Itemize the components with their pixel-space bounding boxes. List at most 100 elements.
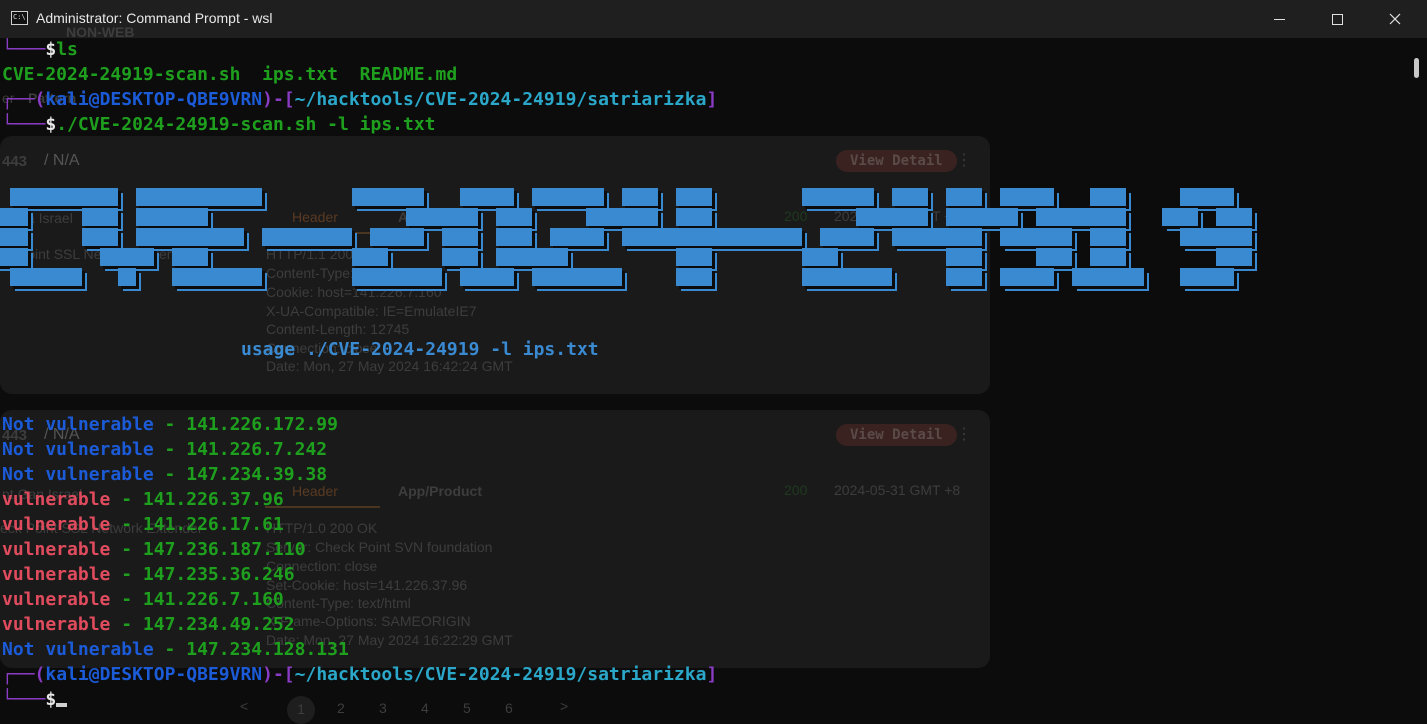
result-separator: - (153, 639, 187, 660)
banner-block (1000, 188, 1018, 206)
usage-text: usage ./CVE-2024-24919 -l ips.txt (241, 339, 599, 360)
prompt-path: ~/hacktools/CVE-2024-24919/satriarizka (294, 89, 707, 110)
banner-block (460, 188, 478, 206)
banner-block (28, 188, 46, 206)
banner-block (676, 208, 694, 226)
result-separator: - (110, 539, 143, 560)
banner-block (550, 228, 568, 246)
banner-block (694, 208, 712, 226)
banner-block (478, 188, 496, 206)
prompt-dollar: $ (45, 39, 57, 60)
banner-block (604, 208, 622, 226)
banner-block (1000, 228, 1018, 246)
minimize-button[interactable] (1250, 0, 1308, 38)
banner-block (640, 228, 658, 246)
close-button[interactable] (1366, 0, 1424, 38)
result-separator: - (153, 464, 187, 485)
banner-block (172, 188, 190, 206)
prompt-path: ~/hacktools/CVE-2024-24919/satriarizka (294, 664, 707, 685)
banner-block (442, 208, 460, 226)
banner-block (208, 188, 226, 206)
banner-block (0, 248, 10, 266)
banner-block (766, 228, 784, 246)
banner-block (1216, 248, 1234, 266)
banner-block (82, 228, 100, 246)
banner-block (946, 208, 964, 226)
banner-block (352, 268, 370, 286)
maximize-button[interactable] (1308, 0, 1366, 38)
banner-block (1216, 188, 1234, 206)
scrollbar-thumb[interactable] (1414, 58, 1419, 78)
banner-block (532, 268, 550, 286)
banner-block (10, 248, 28, 266)
prompt-corner: └─ (2, 114, 24, 135)
banner-block (154, 188, 172, 206)
banner-block (622, 188, 640, 206)
banner-block (1234, 208, 1252, 226)
prompt-corner: └─ (2, 689, 24, 710)
prompt-corner: ┌── (2, 89, 35, 110)
banner-block (910, 228, 928, 246)
banner-block (622, 228, 640, 246)
result-line: vulnerable - 147.234.49.252 (2, 614, 295, 635)
ghost-status-2: 200 (784, 482, 808, 498)
banner-block (1036, 248, 1054, 266)
result-ip: 147.235.36.246 (142, 564, 295, 585)
ghost-card2-h5: Content-Type: text/html (266, 595, 411, 611)
ls-output: CVE-2024-24919-scan.sh ips.txt README.md (2, 64, 458, 85)
banner-block (802, 248, 820, 266)
banner-block (568, 228, 586, 246)
banner-block (262, 228, 280, 246)
banner-block (190, 188, 208, 206)
result-separator: - (153, 439, 187, 460)
banner-block (190, 248, 208, 266)
banner-block (100, 188, 118, 206)
banner-block (586, 188, 604, 206)
banner-block (874, 208, 892, 226)
banner-block (1180, 268, 1198, 286)
banner-block (892, 228, 910, 246)
banner-block (622, 208, 640, 226)
banner-block (460, 248, 478, 266)
banner-block (532, 188, 550, 206)
banner-block (946, 248, 964, 266)
banner-block (784, 228, 802, 246)
banner-block (406, 268, 424, 286)
banner-block (154, 208, 172, 226)
result-ip: 141.226.7.242 (186, 439, 328, 460)
banner-block (946, 268, 964, 286)
banner-block (676, 228, 694, 246)
minimize-icon (1273, 18, 1285, 20)
banner-block (964, 228, 982, 246)
banner-block (10, 268, 28, 286)
banner-block (964, 188, 982, 206)
ghost-card1-h5: Content-Length: 12745 (266, 321, 410, 337)
banner-block (1018, 188, 1036, 206)
banner-block (802, 268, 820, 286)
result-line: vulnerable - 141.226.17.61 (2, 514, 284, 535)
banner-block (1036, 268, 1054, 286)
prompt-line-ls: └───$ls (2, 39, 78, 60)
result-status: vulnerable (2, 489, 111, 510)
vertical-scrollbar[interactable] (1412, 38, 1427, 714)
ghost-card1-h7: Date: Mon, 27 May 2024 16:42:24 GMT (266, 358, 513, 374)
banner-block (496, 208, 514, 226)
ghost-more-icon-2: ⋮ (956, 426, 972, 443)
banner-block (676, 268, 694, 286)
banner-block (1054, 248, 1072, 266)
banner-block (658, 228, 676, 246)
banner-block (586, 268, 604, 286)
banner-block (514, 208, 532, 226)
banner-block (118, 268, 136, 286)
banner-block (406, 208, 424, 226)
banner-block (1198, 268, 1216, 286)
banner-block (190, 268, 208, 286)
result-status: vulnerable (2, 564, 111, 585)
prompt-user: kali (45, 89, 89, 110)
banner-block (190, 228, 208, 246)
banner-block (712, 228, 730, 246)
result-separator: - (110, 614, 143, 635)
banner-block (442, 248, 460, 266)
banner-block (694, 188, 712, 206)
banner-block (10, 228, 28, 246)
